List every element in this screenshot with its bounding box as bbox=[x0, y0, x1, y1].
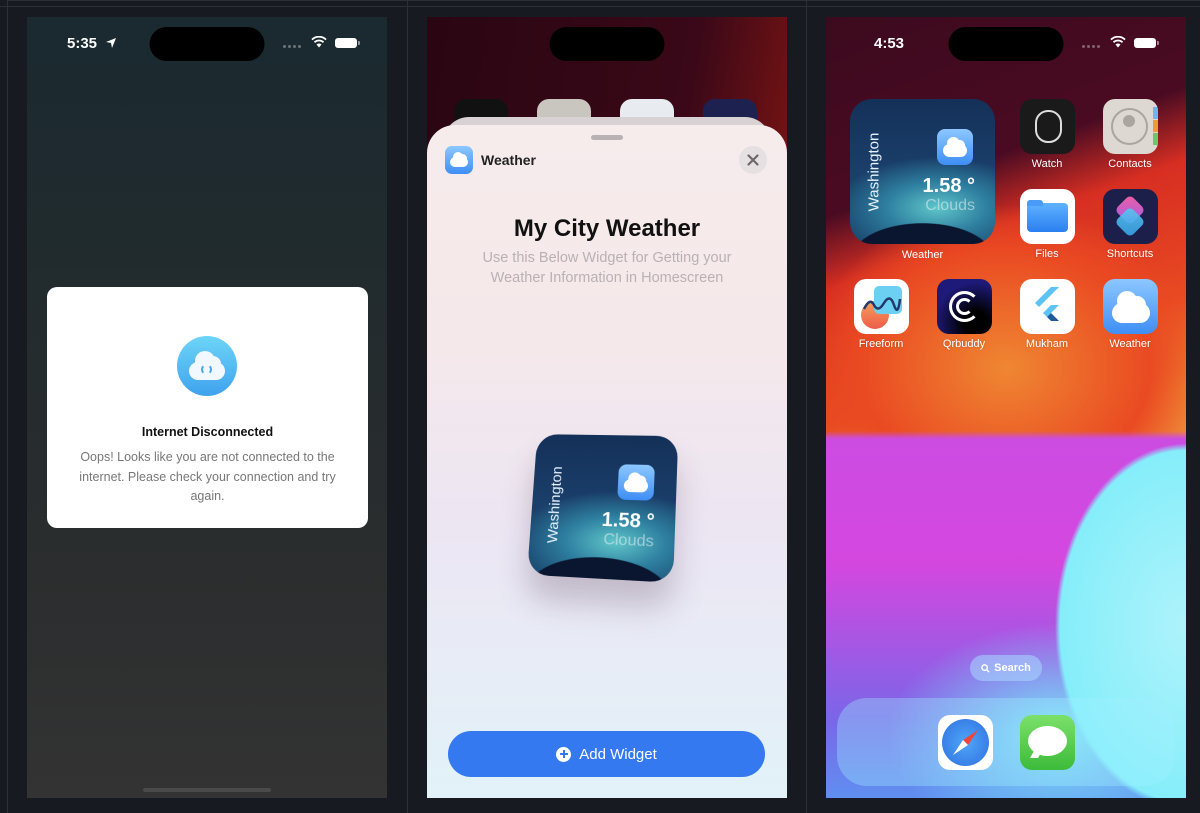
cellular-signal-icon bbox=[283, 45, 301, 48]
weather-cloud-icon bbox=[937, 129, 973, 165]
search-label: Search bbox=[994, 662, 1031, 674]
app-files[interactable]: Files bbox=[1012, 189, 1082, 260]
weather-cloud-icon bbox=[617, 464, 655, 501]
dynamic-island bbox=[549, 27, 665, 61]
dialog-message: Oops! Looks like you are not connected t… bbox=[79, 450, 336, 503]
wifi-icon bbox=[311, 36, 327, 48]
app-label: Shortcuts bbox=[1106, 248, 1154, 260]
freeform-icon bbox=[853, 279, 909, 334]
app-weather[interactable]: Weather bbox=[1095, 279, 1165, 350]
widget-condition: Clouds bbox=[925, 197, 975, 214]
app-freeform[interactable]: Freeform bbox=[846, 279, 916, 350]
app-label: Files bbox=[1035, 248, 1059, 260]
spotlight-search-button[interactable]: Search bbox=[970, 655, 1042, 681]
qrbuddy-icon bbox=[936, 279, 992, 334]
dynamic-island bbox=[149, 27, 265, 61]
widget-label: Weather bbox=[901, 249, 944, 261]
wifi-icon bbox=[1110, 36, 1126, 48]
dock bbox=[837, 698, 1175, 786]
battery-icon bbox=[335, 38, 360, 48]
app-watch[interactable]: Watch bbox=[1012, 99, 1082, 170]
home-indicator[interactable] bbox=[143, 788, 271, 792]
internet-disconnected-dialog: Internet Disconnected Oops! Looks like y… bbox=[47, 287, 368, 528]
sheet-subtitle: Use this Below Widget for Getting your W… bbox=[482, 250, 732, 286]
close-icon bbox=[747, 154, 759, 166]
widget-temperature: 1.58 ° bbox=[922, 175, 975, 197]
dynamic-island bbox=[948, 27, 1064, 61]
cloud-sync-icon bbox=[177, 336, 237, 396]
location-arrow-icon bbox=[106, 38, 116, 48]
messages-icon[interactable] bbox=[1020, 715, 1075, 770]
app-label: Qrbuddy bbox=[942, 338, 986, 350]
app-label: Mukham bbox=[1025, 338, 1069, 350]
search-icon bbox=[981, 663, 990, 673]
app-mukham[interactable]: Mukham bbox=[1012, 279, 1082, 350]
widget-city: Washington bbox=[865, 132, 883, 211]
weather-widget[interactable]: Washington 1.58 ° Clouds bbox=[850, 99, 995, 244]
sheet-title: My City Weather bbox=[513, 215, 701, 242]
weather-icon bbox=[1102, 279, 1158, 334]
add-widget-button[interactable]: Add Widget bbox=[448, 731, 765, 777]
contacts-icon bbox=[1102, 99, 1158, 154]
battery-icon bbox=[1134, 38, 1159, 48]
plus-circle-icon bbox=[556, 746, 572, 762]
phone-screen-homescreen: 4:53 Washington 1.58 ° Clouds Weather Wa… bbox=[826, 17, 1186, 798]
app-label: Weather bbox=[1109, 338, 1151, 350]
dialog-title: Internet Disconnected bbox=[141, 425, 274, 439]
sheet-app-name: Weather bbox=[481, 152, 536, 168]
widget-condition: Clouds bbox=[602, 531, 655, 551]
app-contacts[interactable]: Contacts bbox=[1095, 99, 1165, 170]
files-icon bbox=[1019, 189, 1075, 244]
status-time: 4:53 bbox=[874, 35, 905, 52]
widget-city: Washington bbox=[544, 465, 566, 543]
close-button[interactable] bbox=[739, 146, 767, 174]
app-label: Watch bbox=[1031, 158, 1063, 170]
app-label: Freeform bbox=[858, 338, 904, 350]
safari-icon[interactable] bbox=[938, 715, 993, 770]
flutter-icon bbox=[1019, 279, 1075, 334]
watch-icon bbox=[1019, 99, 1075, 154]
weather-widget-preview[interactable]: Washington 1.58 ° Clouds bbox=[527, 434, 679, 583]
phone-screen-widget-gallery: Weather My City Weather Use this Below W… bbox=[427, 17, 787, 798]
app-label: Contacts bbox=[1108, 158, 1152, 170]
app-qrbuddy[interactable]: Qrbuddy bbox=[929, 279, 999, 350]
sheet-grabber[interactable] bbox=[591, 135, 623, 140]
weather-app-icon bbox=[445, 146, 473, 174]
status-time: 5:35 bbox=[67, 35, 98, 52]
shortcuts-icon bbox=[1102, 189, 1158, 244]
app-shortcuts[interactable]: Shortcuts bbox=[1095, 189, 1165, 260]
cellular-signal-icon bbox=[1082, 45, 1100, 48]
add-widget-label: Add Widget bbox=[579, 745, 657, 763]
phone-screen-offline: 5:35 Internet Disconnected Oops! Looks l… bbox=[27, 17, 387, 798]
